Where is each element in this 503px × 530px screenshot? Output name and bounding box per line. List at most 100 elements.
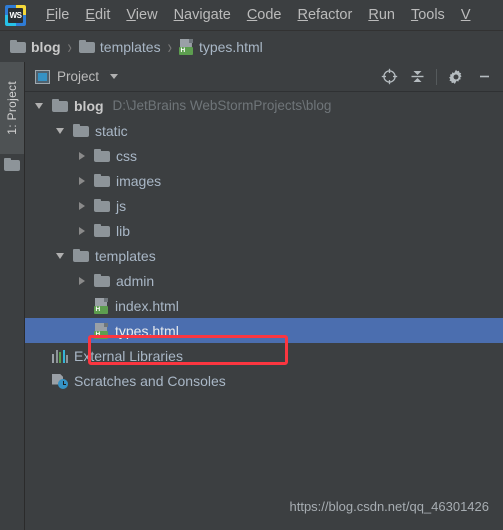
menu-item-navigate[interactable]: Navigate	[166, 0, 239, 30]
tree-row-label: index.html	[115, 297, 179, 314]
folder-icon	[52, 99, 68, 112]
tree-row-label: css	[116, 147, 137, 164]
folder-icon	[94, 174, 110, 187]
project-panel-actions	[376, 65, 497, 89]
menu-item-mnemonic: V	[460, 7, 471, 23]
collapse-all-icon[interactable]	[404, 65, 430, 89]
chevron-down-icon[interactable]	[110, 74, 119, 79]
menu-item-run[interactable]: Run	[360, 0, 403, 30]
menu-item-label: ile	[54, 7, 70, 23]
tree-row-label: images	[116, 172, 162, 189]
breadcrumb-separator: ›	[67, 35, 72, 58]
chevron-collapsed-icon[interactable]	[75, 224, 89, 238]
menu-item-edit[interactable]: Edit	[77, 0, 118, 30]
tree-row-lib[interactable]: lib	[25, 218, 503, 243]
tree-row-label: blog	[74, 97, 104, 114]
tree-row-images[interactable]: images	[25, 168, 503, 193]
menu-item-label: iew	[135, 7, 158, 23]
menu-item-label: ools	[418, 7, 445, 23]
minimize-icon[interactable]	[471, 65, 497, 89]
breadcrumb: blog › templates › Htypes.html	[0, 31, 503, 62]
html-file-icon: H	[94, 322, 109, 339]
project-view-icon	[35, 69, 50, 84]
gear-icon[interactable]	[443, 65, 469, 89]
tree-arrow-placeholder	[33, 349, 47, 363]
chevron-expanded-icon[interactable]	[54, 124, 68, 138]
tree-row-static[interactable]: static	[25, 118, 503, 143]
menu-item-code[interactable]: Code	[239, 0, 290, 30]
html-file-icon: H	[178, 38, 194, 55]
menu-item-mnemonic: R	[297, 7, 308, 23]
tree-row-label: static	[95, 122, 128, 139]
menu-item-refactor[interactable]: Refactor	[290, 0, 361, 30]
tree-row-label: lib	[116, 222, 131, 239]
menu-item-mnemonic: C	[246, 7, 258, 23]
locate-target-icon[interactable]	[376, 65, 402, 89]
tree-row-admin[interactable]: admin	[25, 268, 503, 293]
menu-item-mnemonic: F	[46, 7, 55, 23]
project-panel-title-group[interactable]: Project	[35, 69, 119, 84]
menu-item-view[interactable]: View	[118, 0, 165, 30]
folder-icon[interactable]	[4, 158, 20, 176]
chevron-collapsed-icon[interactable]	[75, 174, 89, 188]
menu-item-label: avigate	[184, 7, 231, 23]
folder-icon	[78, 40, 95, 53]
tool-window-button-project[interactable]: 1: Project	[0, 62, 24, 154]
breadcrumb-item-templates[interactable]: templates	[78, 38, 161, 55]
menu-item-v[interactable]: V	[453, 0, 479, 30]
tool-window-strip: 1: Project	[0, 62, 25, 530]
folder-icon	[94, 149, 110, 162]
html-badge: H	[94, 305, 108, 314]
tree-row-blog[interactable]: blog D:\JetBrains WebStormProjects\blog	[25, 93, 503, 118]
tree-row-js[interactable]: js	[25, 193, 503, 218]
html-badge: H	[178, 46, 193, 55]
breadcrumb-item-label: types.html	[198, 38, 263, 55]
watermark: https://blog.csdn.net/qq_46301426	[289, 499, 490, 514]
folder-icon	[94, 274, 110, 287]
tree-row-external-libraries[interactable]: External Libraries	[25, 343, 503, 368]
menu-items: File Edit View Navigate Code Refactor Run Tools…	[38, 0, 478, 30]
chevron-collapsed-icon[interactable]	[75, 274, 89, 288]
menu-item-mnemonic: V	[126, 7, 136, 23]
project-panel-header: Project	[25, 62, 503, 92]
chevron-expanded-icon[interactable]	[54, 249, 68, 263]
tool-window-button-project-label: 1: Project	[5, 81, 19, 135]
tree-row-css[interactable]: css	[25, 143, 503, 168]
tree-row-label: External Libraries	[74, 347, 183, 364]
html-file-icon: H	[94, 297, 109, 314]
breadcrumb-item-types-html[interactable]: Htypes.html	[178, 38, 263, 55]
menu-item-tools[interactable]: Tools	[403, 0, 453, 30]
breadcrumb-item-blog[interactable]: blog	[10, 39, 61, 55]
folder-icon	[73, 249, 89, 262]
tree-arrow-placeholder	[75, 324, 89, 338]
tree-row-label: Scratches and Consoles	[74, 372, 226, 389]
folder-icon	[94, 224, 110, 237]
tree-row-label: admin	[116, 272, 155, 289]
menu-item-label: efactor	[307, 7, 353, 23]
external-libraries-icon	[52, 349, 68, 363]
tree-row-index-html[interactable]: Hindex.html	[25, 293, 503, 318]
tree-row-templates[interactable]: templates	[25, 243, 503, 268]
tree-row-types-html[interactable]: Htypes.html	[25, 318, 503, 343]
project-tool-window: Project blog D:\JetBrains WebStormProjec…	[25, 62, 503, 530]
tree-arrow-placeholder	[75, 299, 89, 313]
breadcrumb-item-label: blog	[31, 38, 61, 55]
menu-item-mnemonic: R	[368, 7, 379, 23]
chevron-collapsed-icon[interactable]	[75, 149, 89, 163]
project-panel-title: Project	[57, 69, 100, 84]
tree-arrow-placeholder	[33, 374, 47, 388]
chevron-expanded-icon[interactable]	[33, 99, 47, 113]
scratches-icon	[52, 373, 68, 389]
chevron-collapsed-icon[interactable]	[75, 199, 89, 213]
menu-item-mnemonic: E	[85, 7, 96, 23]
tree-row-label: templates	[95, 247, 156, 264]
tree-row-path: D:\JetBrains WebStormProjects\blog	[112, 98, 332, 113]
html-badge: H	[94, 330, 108, 339]
menu-bar: WS File Edit View Navigate Code Refactor Run To…	[0, 0, 503, 31]
webstorm-logo: WS	[5, 4, 26, 26]
tree-row-label: types.html	[115, 322, 179, 339]
menu-item-file[interactable]: File	[38, 0, 77, 30]
breadcrumb-item-label: templates	[99, 38, 161, 55]
tree-row-scratches-and-consoles[interactable]: Scratches and Consoles	[25, 368, 503, 393]
project-tree[interactable]: blog D:\JetBrains WebStormProjects\blog st…	[25, 92, 503, 530]
